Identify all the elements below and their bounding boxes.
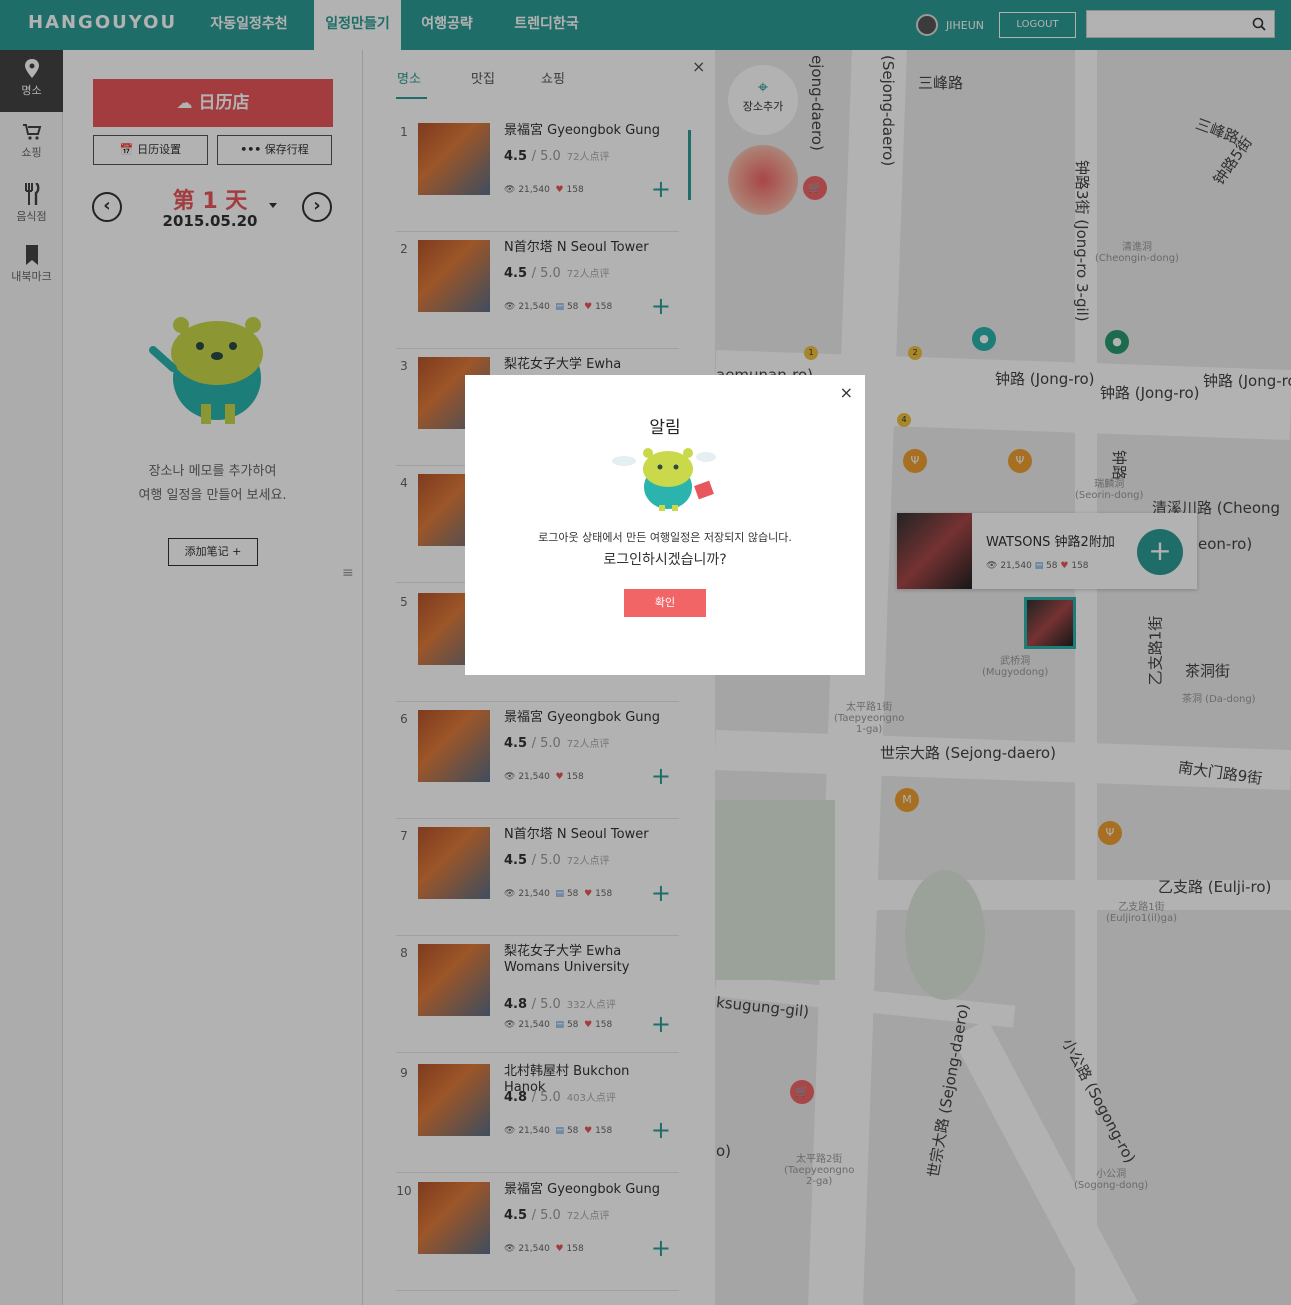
alert-dialog: × 알림 로그아웃 상태에서 만든 여행일정은 저장되지 않습니다. 로그인하시… [465,375,865,675]
dialog-message: 로그아웃 상태에서 만든 여행일정은 저장되지 않습니다. [538,531,792,544]
confirm-button[interactable]: 확인 [624,589,706,617]
bear-shopping-illustration [612,448,716,511]
dialog-question: 로그인하시겠습니까? [603,552,727,568]
close-icon[interactable]: × [840,383,853,402]
dialog-title: 알림 [649,418,681,438]
